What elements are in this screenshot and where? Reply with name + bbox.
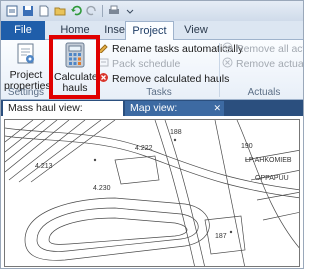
pack-schedule-button[interactable]: Pack schedule <box>98 57 180 71</box>
map-label: OPPAPUU <box>255 175 289 182</box>
remove-actuals-in-label: Remove actuals in <box>236 58 304 70</box>
save-icon[interactable] <box>21 5 34 18</box>
application-window: File Home Insert Project View Project pr… <box>0 0 304 269</box>
map-label: 4.230 <box>93 185 111 192</box>
tab-view[interactable]: View <box>178 21 214 40</box>
doc-tab-mass-haul-view[interactable]: Mass haul view: Unnamed1 <box>3 101 123 129</box>
remove-actuals-icon <box>222 42 233 56</box>
map-label: 4.213 <box>35 163 53 170</box>
map-drawing: 188 4.213 4.222 190 LP.AHKOMIEB OPPAPUU … <box>5 120 299 266</box>
tab-file[interactable]: File <box>1 21 45 40</box>
group-label-tasks: Tasks <box>146 87 172 98</box>
doc-tab-map-view[interactable]: Map view: Unnamed1 ✕ <box>125 101 224 129</box>
project-properties-icon <box>4 42 48 69</box>
quick-access-toolbar <box>1 1 303 21</box>
map-label: 187 <box>215 233 227 240</box>
ribbon-tab-strip: File Home Insert Project View <box>1 21 303 41</box>
print-icon[interactable] <box>107 5 120 18</box>
open-folder-icon[interactable] <box>53 5 66 18</box>
highlight-box <box>49 35 100 99</box>
toolbar-separator <box>102 5 103 17</box>
remove-actuals-in-button[interactable]: Remove actuals in <box>222 57 304 71</box>
remove-calculated-hauls-button[interactable]: Remove calculated hauls <box>98 72 229 86</box>
pack-schedule-label: Pack schedule <box>112 58 181 70</box>
tab-project[interactable]: Project <box>125 21 174 41</box>
chevron-down-icon[interactable] <box>123 5 136 18</box>
remove-actuals-in-icon <box>222 57 233 71</box>
group-label-actuals: Actuals <box>247 87 281 98</box>
remove-all-actuals-label: Remove all actuals <box>236 43 303 55</box>
undo-icon[interactable] <box>69 5 82 18</box>
group-separator <box>219 43 220 97</box>
map-view[interactable]: 188 4.213 4.222 190 LP.AHKOMIEB OPPAPUU … <box>1 116 303 268</box>
map-label: 4.222 <box>135 145 153 152</box>
remove-all-actuals-button[interactable]: Remove all actuals <box>222 42 303 56</box>
redo-icon[interactable] <box>85 5 98 18</box>
map-canvas[interactable]: 188 4.213 4.222 190 LP.AHKOMIEB OPPAPUU … <box>4 119 300 267</box>
remove-calculated-hauls-label: Remove calculated hauls <box>112 73 230 85</box>
group-label-settings: Settings <box>7 87 45 98</box>
document-tab-strip: Mass haul view: Unnamed1 Map view: Unnam… <box>1 100 303 129</box>
app-menu-icon[interactable] <box>5 5 18 18</box>
map-label: 188 <box>170 129 182 136</box>
close-icon[interactable]: ✕ <box>213 101 221 116</box>
project-properties-button[interactable]: Project properties <box>4 42 51 92</box>
new-document-icon[interactable] <box>37 5 50 18</box>
map-label: LP.AHKOMIEB <box>245 157 292 164</box>
map-label: 190 <box>241 143 253 150</box>
ribbon-panel: Project properties Settings Calculate ha… <box>1 40 304 100</box>
